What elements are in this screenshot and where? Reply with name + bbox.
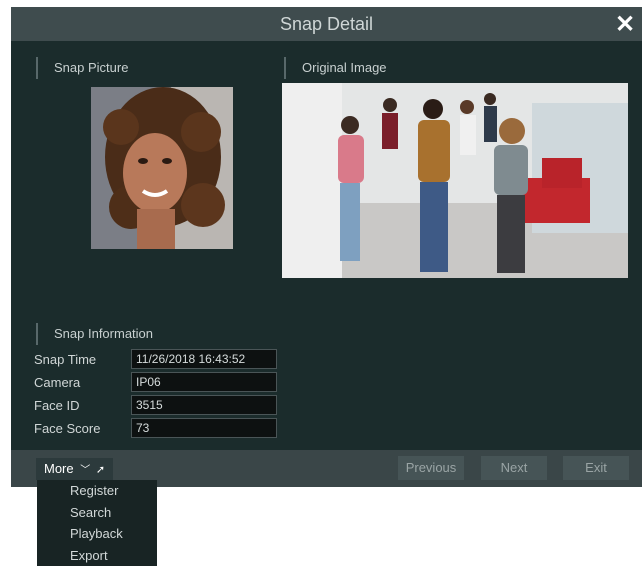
info-row-camera: Camera IP06 — [34, 372, 277, 392]
scene-illustration — [282, 83, 628, 278]
camera-field: IP06 — [131, 372, 277, 392]
snap-time-label: Snap Time — [34, 351, 97, 367]
original-scene-image — [282, 83, 628, 278]
face-illustration — [91, 87, 233, 249]
camera-label: Camera — [34, 374, 81, 390]
snap-detail-dialog: Snap Detail ✕ Snap Picture Original Imag… — [11, 7, 642, 487]
original-image-heading: Original Image — [284, 57, 387, 79]
menu-item-register[interactable]: Register — [37, 480, 157, 502]
snap-picture-heading: Snap Picture — [36, 57, 128, 79]
mouse-cursor-icon: ➚ — [95, 464, 106, 476]
previous-button[interactable]: Previous — [398, 456, 464, 480]
title-bar: Snap Detail ✕ — [11, 7, 642, 41]
info-row-face-score: Face Score 73 — [34, 418, 277, 438]
more-dropdown-menu: Register Search Playback Export — [37, 480, 157, 566]
more-button[interactable]: More ﹀ ➚ — [36, 458, 114, 480]
chevron-down-icon: ﹀ — [80, 465, 91, 476]
close-icon[interactable]: ✕ — [610, 9, 640, 39]
snap-time-field: 11/26/2018 16:43:52 — [131, 349, 277, 369]
snap-information-heading: Snap Information — [36, 323, 153, 345]
face-id-label: Face ID — [34, 397, 80, 413]
info-row-face-id: Face ID 3515 — [34, 395, 277, 415]
exit-button[interactable]: Exit — [563, 456, 629, 480]
next-button[interactable]: Next — [481, 456, 547, 480]
menu-item-export[interactable]: Export — [37, 545, 157, 566]
menu-item-playback[interactable]: Playback — [37, 523, 157, 545]
more-label: More — [44, 461, 74, 476]
snap-face-image — [91, 87, 233, 249]
face-score-label: Face Score — [34, 420, 101, 436]
menu-item-search[interactable]: Search — [37, 502, 157, 524]
face-id-field: 3515 — [131, 395, 277, 415]
info-row-snap-time: Snap Time 11/26/2018 16:43:52 — [34, 349, 277, 369]
face-score-field: 73 — [131, 418, 277, 438]
dialog-title: Snap Detail — [279, 13, 374, 34]
